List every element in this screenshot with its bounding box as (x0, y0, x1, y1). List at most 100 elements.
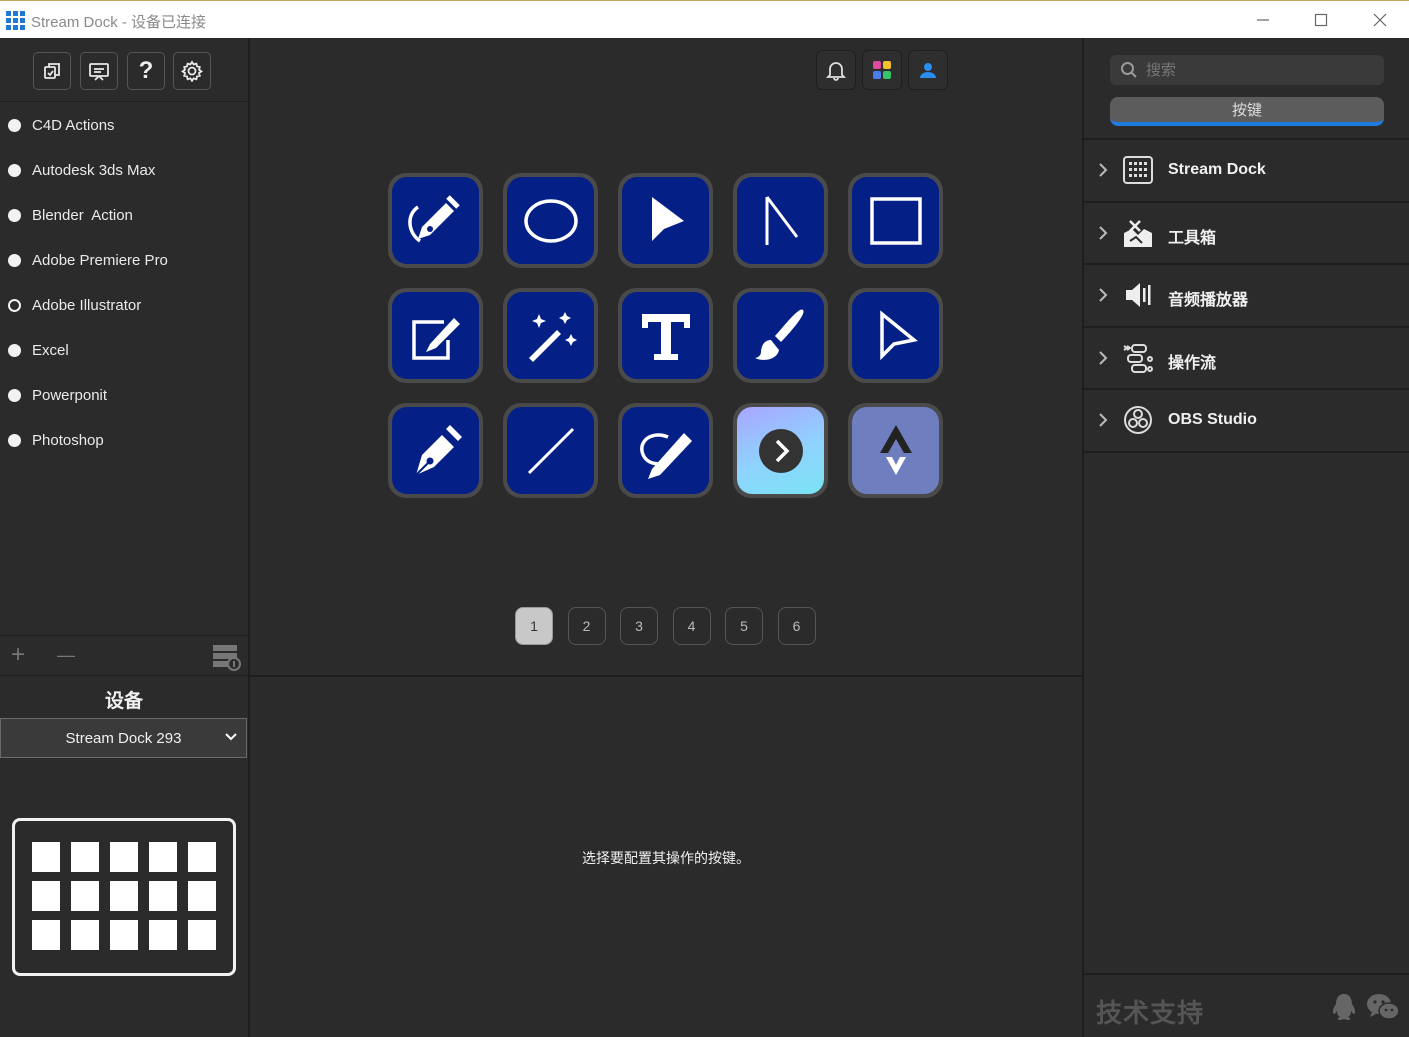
key-direct-selection[interactable] (733, 173, 828, 268)
add-profile-button[interactable]: + (11, 643, 25, 667)
page-selector: 1 2 3 4 5 6 (515, 607, 830, 645)
page-button[interactable]: 3 (620, 607, 658, 645)
key-pen-nib[interactable] (388, 403, 483, 498)
close-button[interactable] (1360, 5, 1400, 35)
account-button[interactable] (908, 50, 948, 90)
profile-dot-icon (8, 209, 21, 222)
key-next-page[interactable] (733, 403, 828, 498)
device-heading: 设备 (104, 691, 143, 712)
page-button[interactable]: 2 (567, 607, 606, 645)
minimize-button[interactable] (1243, 5, 1283, 35)
key-folder-back[interactable] (848, 403, 943, 498)
profile-item[interactable]: Blender Action (0, 193, 248, 238)
key-pointer-outline[interactable] (848, 288, 943, 383)
title-bar: Stream Dock - 设备已连接 (0, 0, 1409, 38)
profile-item[interactable]: Adobe Premiere Pro (0, 238, 248, 283)
help-button[interactable]: ? (127, 52, 165, 90)
chevron-right-icon (1098, 351, 1108, 370)
profile-list: C4D Actions Autodesk 3ds Max Blender Act… (0, 103, 248, 463)
category-stream-dock[interactable]: Stream Dock (1084, 140, 1409, 203)
search-icon (1121, 62, 1137, 78)
app-logo-icon (6, 11, 25, 30)
remove-profile-button[interactable]: — (57, 644, 75, 666)
folder-back-icon (879, 424, 912, 475)
key-line-tool[interactable] (503, 403, 598, 498)
copy-icon (44, 63, 60, 79)
chevron-right-icon (1098, 225, 1108, 245)
chevron-right-icon (1098, 288, 1108, 307)
search-box[interactable] (1110, 55, 1384, 85)
tech-support-label: 技术支持 (1096, 998, 1205, 1028)
key-ellipse[interactable] (503, 173, 598, 268)
lasso-pen-icon (639, 432, 692, 479)
category-audio-player[interactable]: 音频播放器 (1084, 265, 1409, 328)
window-title: Stream Dock - 设备已连接 (31, 14, 207, 31)
profile-label: Powerponit (32, 387, 108, 404)
pointer-outline-icon (879, 309, 918, 360)
profile-dot-icon (8, 389, 21, 402)
page-button[interactable]: 4 (672, 607, 711, 645)
category-workflow[interactable]: 操作流 (1084, 328, 1409, 391)
profile-dot-icon (8, 344, 21, 357)
category-label: 操作流 (1168, 354, 1217, 372)
copy-button[interactable] (33, 52, 71, 90)
keypad-icon (1123, 156, 1153, 184)
profile-dot-icon (8, 254, 21, 267)
qq-icon[interactable] (1330, 992, 1358, 1022)
manage-profiles-icon[interactable] (211, 642, 241, 672)
key-paintbrush[interactable] (733, 288, 828, 383)
key-lasso[interactable] (618, 403, 713, 498)
pen-nib-icon (414, 424, 462, 476)
device-select-value: Stream Dock 293 (65, 729, 182, 747)
settings-button[interactable] (173, 52, 211, 90)
device-preview (12, 818, 236, 976)
profile-actions-bar: + — (0, 635, 248, 676)
search-input[interactable] (1146, 61, 1366, 79)
category-toolbox[interactable]: 工具箱 (1084, 203, 1409, 266)
presentation-button[interactable] (80, 52, 118, 90)
page-button[interactable]: 6 (777, 607, 816, 645)
notifications-button[interactable] (816, 50, 856, 90)
category-obs-studio[interactable]: OBS Studio (1084, 390, 1409, 453)
key-config-hint: 选择要配置其操作的按键。 (582, 850, 750, 866)
ellipse-icon (523, 198, 578, 243)
wechat-icon[interactable] (1366, 992, 1400, 1022)
page-button[interactable]: 1 (515, 607, 553, 645)
bell-icon (825, 62, 847, 81)
profile-item[interactable]: Photoshop (0, 418, 248, 463)
key-pen-curve[interactable] (388, 173, 483, 268)
profile-item[interactable]: Autodesk 3ds Max (0, 148, 248, 193)
profile-item[interactable]: C4D Actions (0, 103, 248, 148)
direct-arrow-outline-icon (765, 195, 798, 245)
profile-dot-icon (8, 119, 21, 132)
tab-keys[interactable]: 按键 (1110, 97, 1384, 126)
profile-item[interactable]: Powerponit (0, 373, 248, 418)
key-selection[interactable] (618, 173, 713, 268)
profile-item[interactable]: Excel (0, 328, 248, 373)
key-magic-wand[interactable] (503, 288, 598, 383)
help-icon: ? (138, 57, 154, 84)
line-tool-icon (527, 427, 574, 474)
rectangle-icon (869, 196, 922, 245)
magic-wand-icon (528, 311, 577, 362)
profile-label: Autodesk 3ds Max (32, 162, 156, 179)
text-tool-icon (641, 313, 690, 360)
edit-image-icon (411, 317, 460, 360)
key-type-tool[interactable] (618, 288, 713, 383)
selection-arrow-icon (651, 196, 684, 241)
profile-label: Excel (32, 342, 69, 359)
next-page-icon (758, 428, 803, 473)
profile-item-selected[interactable]: Adobe Illustrator (0, 283, 248, 328)
profile-label: C4D Actions (32, 117, 115, 134)
maximize-button[interactable] (1301, 5, 1341, 35)
settings-icon (181, 60, 203, 82)
page-button[interactable]: 5 (725, 607, 763, 645)
paintbrush-icon (754, 309, 804, 360)
presentation-icon (89, 63, 109, 81)
chevron-right-icon (1098, 413, 1108, 432)
profile-label: Adobe Illustrator (32, 297, 142, 314)
key-edit-image[interactable] (388, 288, 483, 383)
plugin-store-button[interactable] (862, 50, 902, 90)
device-select[interactable]: Stream Dock 293 (0, 718, 247, 758)
key-rectangle[interactable] (848, 173, 943, 268)
